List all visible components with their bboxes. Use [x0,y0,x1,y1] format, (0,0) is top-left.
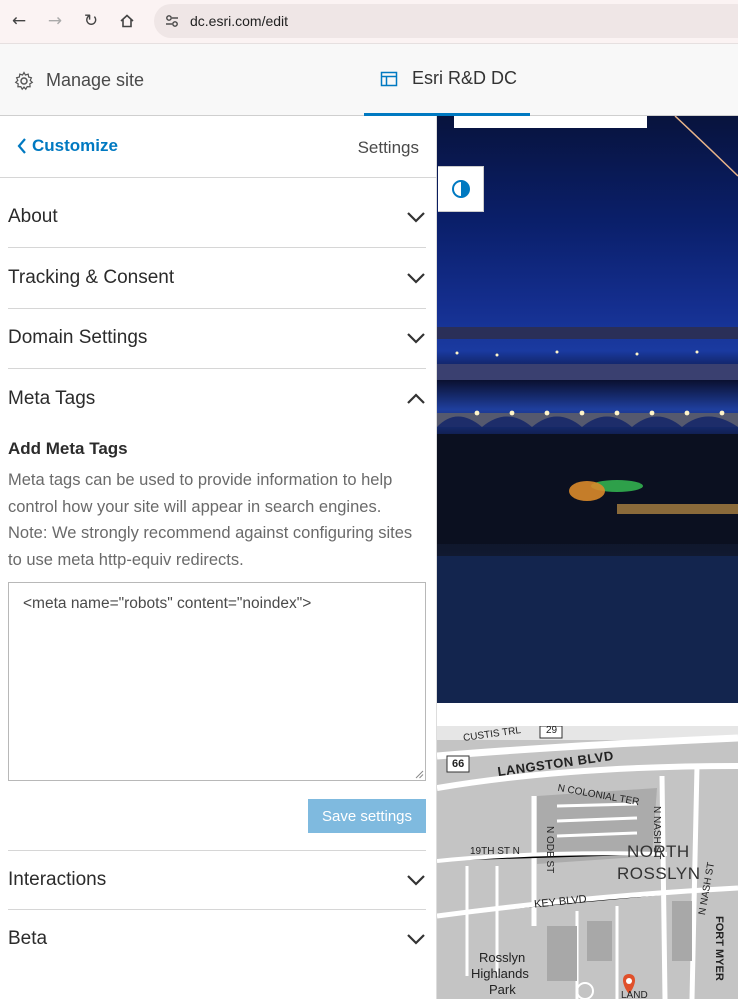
home-icon[interactable] [114,8,140,34]
section-spacer [437,703,738,726]
map-label-park-line1: Rosslyn [479,950,526,965]
chevron-up-icon [407,393,425,404]
route-shield-29: 29 [546,726,558,736]
map-label-park-line2: Highlands [471,966,529,981]
accordion-about[interactable]: About [8,188,426,248]
accordion-meta-label: Meta Tags [8,388,96,409]
reload-icon[interactable]: ↻ [78,8,104,34]
accordion-beta[interactable]: Beta [8,910,426,970]
map-label-park-line3: Park [489,982,516,997]
panel-title: Settings [357,138,419,157]
map-label-ode: N ODE ST [544,826,555,874]
url-text: dc.esri.com/edit [190,13,289,29]
meta-tags-textarea[interactable]: <meta name="robots" content="noindex"> [8,582,426,781]
map-label-land: LAND [621,990,648,999]
contrast-toggle-button[interactable] [438,166,484,212]
accordion-domain-label: Domain Settings [8,327,148,348]
app-header: Manage site Esri R&D DC [0,44,738,116]
chevron-left-icon [17,138,26,154]
map-label-19th: 19TH ST N [470,846,520,857]
accordion-domain[interactable]: Domain Settings [8,309,426,369]
accordion-beta-label: Beta [8,928,48,949]
route-shield-66: 66 [452,758,465,770]
map-view[interactable]: CUSTIS TRL 29 66 LANGSTON BLVD N COLONIA… [437,726,738,999]
map-label-rosslyn: ROSSLYN [617,864,701,883]
contrast-icon [451,180,470,198]
resize-grip-icon[interactable] [415,770,424,779]
back-arrow-icon[interactable]: ← [6,8,32,34]
address-bar[interactable]: dc.esri.com/edit [154,4,738,38]
chevron-down-icon [407,875,425,886]
layout-icon [380,71,398,86]
customize-back-link[interactable]: Customize [16,136,118,156]
site-settings-icon[interactable] [164,13,180,29]
chevron-down-icon [407,212,425,223]
customize-label: Customize [32,136,118,155]
chevron-down-icon [407,273,425,284]
map-label-north: NORTH [627,842,690,861]
accordion-tracking-label: Tracking & Consent [8,267,175,288]
accordion-interactions-label: Interactions [8,869,107,890]
chevron-down-icon [407,333,425,344]
manage-site-label: Manage site [46,70,145,90]
tab-site-editor[interactable]: Esri R&D DC [364,44,530,116]
settings-panel: Customize Settings About Tracking & Cons… [0,116,437,999]
save-settings-button[interactable]: Save settings [308,799,426,833]
site-tab-label: Esri R&D DC [412,68,518,88]
manage-site-button[interactable]: Manage site [14,70,144,91]
meta-tags-description: Meta tags can be used to provide informa… [8,471,413,569]
map-label-fort-myer: FORT MYER [713,916,725,981]
chevron-down-icon [407,934,425,945]
gear-icon [14,70,34,90]
accordion-about-label: About [8,206,58,227]
accordion-meta-tags[interactable]: Meta Tags [8,370,426,430]
browser-toolbar: ← → ↻ dc.esri.com/edit [0,0,738,44]
meta-tags-heading: Add Meta Tags [8,439,128,458]
panel-header: Customize Settings [0,116,437,178]
forward-arrow-icon[interactable]: → [42,8,68,34]
accordion-tracking[interactable]: Tracking & Consent [8,249,426,309]
accordion-interactions[interactable]: Interactions [8,850,426,910]
